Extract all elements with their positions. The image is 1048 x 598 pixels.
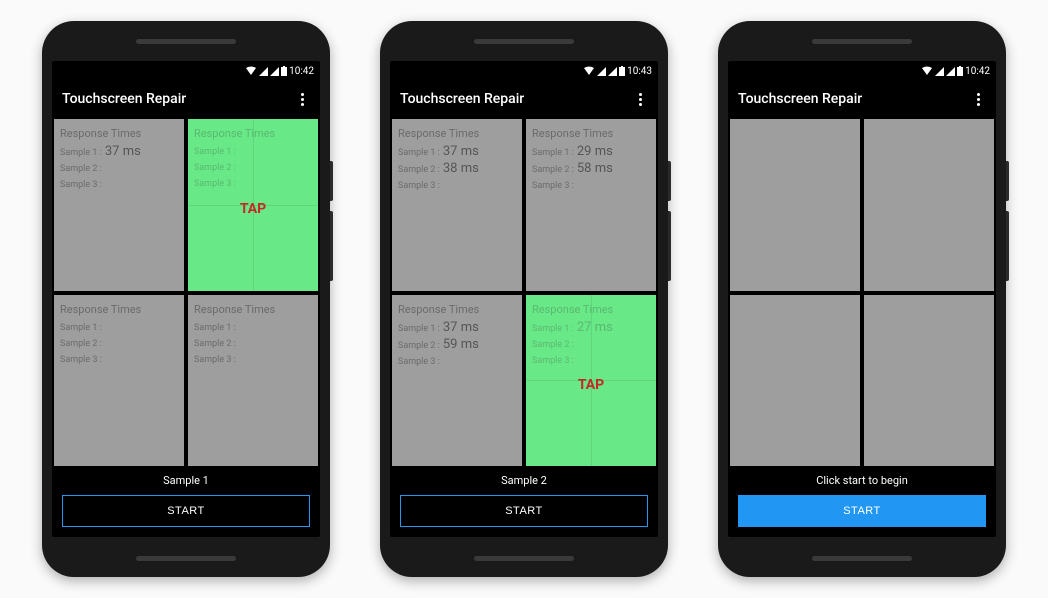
sample-row-2: Sample 2 :38 ms — [398, 161, 516, 178]
sample-row-1: Sample 1 :27 ms — [532, 320, 650, 337]
status-time: 10:42 — [965, 66, 990, 77]
sample-row-1: Sample 1 :37 ms — [398, 144, 516, 161]
wifi-icon — [921, 66, 933, 76]
quadrant-bottom-left[interactable]: Response Times Sample 1 :37 ms Sample 2 … — [392, 295, 522, 467]
sample-row-3: Sample 3 : — [60, 352, 178, 368]
quad-grid: Response Times Sample 1 :37 ms Sample 2 … — [52, 117, 320, 468]
quad-grid: Response Times Sample 1 :37 ms Sample 2 … — [390, 117, 658, 468]
battery-icon — [281, 66, 287, 76]
signal-icon — [259, 67, 268, 76]
quadrant-bottom-right[interactable] — [864, 295, 994, 467]
sample-row-3: Sample 3 : — [532, 353, 650, 369]
signal-icon-2 — [608, 67, 617, 76]
overflow-menu-icon[interactable] — [632, 91, 648, 107]
sample-row-3: Sample 3 : — [60, 177, 178, 193]
sample-row-1: Sample 1 : — [60, 320, 178, 336]
signal-icon-2 — [270, 67, 279, 76]
quadrant-bottom-left[interactable] — [730, 295, 860, 467]
quad-title: Response Times — [532, 303, 650, 316]
sample-row-3: Sample 3 : — [194, 176, 312, 192]
quadrant-bottom-left[interactable]: Response Times Sample 1 : Sample 2 : Sam… — [54, 295, 184, 467]
power-button — [668, 161, 671, 201]
status-bar: 10:42 — [728, 61, 996, 81]
sample-row-2: Sample 2 :59 ms — [398, 337, 516, 354]
overflow-menu-icon[interactable] — [970, 91, 986, 107]
volume-button — [1006, 211, 1009, 281]
quadrant-top-left[interactable] — [730, 119, 860, 291]
quadrant-top-right[interactable]: Response Times Sample 1 :29 ms Sample 2 … — [526, 119, 656, 291]
start-button[interactable]: START — [738, 495, 986, 527]
footer: Sample 1 START — [52, 468, 320, 537]
quad-title: Response Times — [532, 127, 650, 140]
sample-row-2: Sample 2 : — [60, 336, 178, 352]
wifi-icon — [583, 66, 595, 76]
sample-row-1: Sample 1 : — [194, 144, 312, 160]
current-sample-label: Sample 1 — [62, 474, 310, 487]
sample-row-2: Sample 2 : — [194, 160, 312, 176]
signal-icon — [597, 67, 606, 76]
sample-row-3: Sample 3 : — [398, 178, 516, 194]
power-button — [1006, 161, 1009, 201]
quadrant-top-right[interactable]: Response Times Sample 1 : Sample 2 : Sam… — [188, 119, 318, 291]
quadrant-bottom-right[interactable]: Response Times Sample 1 :27 ms Sample 2 … — [526, 295, 656, 467]
app-title: Touchscreen Repair — [738, 91, 862, 107]
quadrant-bottom-right[interactable]: Response Times Sample 1 : Sample 2 : Sam… — [188, 295, 318, 467]
screen-3: 10:42 Touchscreen Repair Click start to … — [728, 61, 996, 537]
volume-button — [330, 211, 333, 281]
status-bar: 10:43 — [390, 61, 658, 81]
quadrant-top-left[interactable]: Response Times Sample 1 :37 ms Sample 2 … — [392, 119, 522, 291]
app-bar: Touchscreen Repair — [52, 81, 320, 117]
battery-icon — [619, 66, 625, 76]
sample-row-2: Sample 2 :58 ms — [532, 161, 650, 178]
sample-row-1: Sample 1 :37 ms — [398, 320, 516, 337]
current-sample-label: Sample 2 — [400, 474, 648, 487]
quad-title: Response Times — [60, 127, 178, 140]
sample-row-3: Sample 3 : — [398, 354, 516, 370]
sample-row-1: Sample 1 :29 ms — [532, 144, 650, 161]
sample-row-1: Sample 1 : — [194, 320, 312, 336]
quad-title: Response Times — [194, 127, 312, 140]
current-sample-label: Click start to begin — [738, 474, 986, 487]
device-frame-2: 10:43 Touchscreen Repair Response Times … — [380, 21, 668, 577]
quad-grid — [728, 117, 996, 468]
quadrant-top-left[interactable]: Response Times Sample 1 :37 ms Sample 2 … — [54, 119, 184, 291]
app-bar: Touchscreen Repair — [390, 81, 658, 117]
battery-icon — [957, 66, 963, 76]
sample-row-2: Sample 2 : — [60, 161, 178, 177]
power-button — [330, 161, 333, 201]
start-button[interactable]: START — [62, 495, 310, 527]
app-bar: Touchscreen Repair — [728, 81, 996, 117]
device-frame-3: 10:42 Touchscreen Repair Click start to … — [718, 21, 1006, 577]
sample-row-3: Sample 3 : — [194, 352, 312, 368]
screen-1: 10:42 Touchscreen Repair Response Times … — [52, 61, 320, 537]
footer: Sample 2 START — [390, 468, 658, 537]
signal-icon-2 — [946, 67, 955, 76]
status-time: 10:42 — [289, 66, 314, 77]
quadrant-top-right[interactable] — [864, 119, 994, 291]
overflow-menu-icon[interactable] — [294, 91, 310, 107]
quad-title: Response Times — [194, 303, 312, 316]
tap-label: TAP — [188, 201, 318, 217]
status-time: 10:43 — [627, 66, 652, 77]
screen-2: 10:43 Touchscreen Repair Response Times … — [390, 61, 658, 537]
quad-title: Response Times — [60, 303, 178, 316]
app-title: Touchscreen Repair — [62, 91, 186, 107]
app-title: Touchscreen Repair — [400, 91, 524, 107]
volume-button — [668, 211, 671, 281]
sample-row-2: Sample 2 : — [532, 337, 650, 353]
sample-row-3: Sample 3 : — [532, 178, 650, 194]
device-frame-1: 10:42 Touchscreen Repair Response Times … — [42, 21, 330, 577]
signal-icon — [935, 67, 944, 76]
start-button[interactable]: START — [400, 495, 648, 527]
tap-label: TAP — [526, 377, 656, 393]
sample-row-1: Sample 1 :37 ms — [60, 144, 178, 161]
quad-title: Response Times — [398, 303, 516, 316]
sample-row-2: Sample 2 : — [194, 336, 312, 352]
quad-title: Response Times — [398, 127, 516, 140]
wifi-icon — [245, 66, 257, 76]
footer: Click start to begin START — [728, 468, 996, 537]
status-bar: 10:42 — [52, 61, 320, 81]
